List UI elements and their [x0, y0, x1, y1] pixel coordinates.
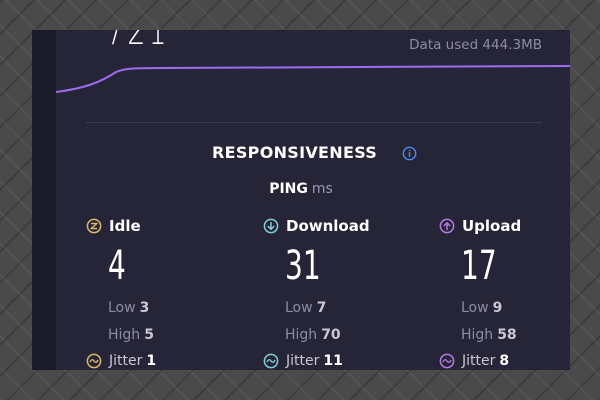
idle-jitter-icon	[86, 353, 102, 369]
upload-low-label: Low	[461, 300, 489, 316]
idle-high-label: High	[108, 327, 141, 343]
download-icon	[263, 218, 279, 234]
download-jitter-label: Jitter	[286, 353, 320, 369]
download-high-value: 70	[321, 327, 341, 343]
speed-graph-line	[56, 65, 570, 93]
upload-low-value: 9	[492, 300, 503, 316]
upload-ping-value: 17	[461, 243, 497, 289]
idle-jitter-label: Jitter	[109, 353, 143, 369]
data-used-label: Data used 444.3MB	[409, 37, 542, 53]
upload-header: Upload	[439, 216, 570, 236]
download-high-label: High	[285, 327, 318, 343]
download-title: Download	[286, 217, 370, 235]
download-jitter-icon	[263, 353, 279, 369]
download-header: Download	[263, 216, 413, 236]
ping-unit: ms	[311, 181, 333, 197]
download-column: Download 31 Low 7 High 70 Jitter 11	[263, 216, 413, 369]
upload-icon	[439, 218, 455, 234]
upload-high-label: High	[461, 327, 494, 343]
panel-left-strip	[32, 30, 56, 370]
speed-value: 721	[106, 30, 170, 54]
idle-column: Idle 4 Low 3 High 5 Jitter 1	[86, 216, 236, 369]
upload-jitter-icon	[439, 353, 455, 369]
upload-title: Upload	[462, 217, 522, 235]
download-low-value: 7	[316, 300, 327, 316]
idle-low: Low 3	[108, 300, 149, 316]
responsiveness-title: RESPONSIVENESS	[212, 143, 378, 162]
idle-jitter-value: 1	[146, 353, 157, 369]
download-high: High 70	[285, 327, 341, 343]
idle-icon	[86, 218, 102, 234]
download-jitter-value: 11	[323, 353, 343, 369]
idle-high-value: 5	[144, 327, 154, 343]
upload-jitter: Jitter 8	[439, 353, 509, 369]
upload-high-value: 58	[497, 327, 517, 343]
download-ping-value: 31	[285, 243, 321, 289]
upload-low: Low 9	[461, 300, 502, 316]
ping-word: PING	[269, 181, 308, 197]
idle-jitter: Jitter 1	[86, 353, 156, 369]
section-divider	[86, 122, 542, 123]
speed-graph	[56, 65, 570, 93]
speedtest-panel: 721 Data used 444.3MB RESPONSIVENESS PIN…	[32, 30, 570, 370]
idle-header: Idle	[86, 216, 236, 236]
idle-high: High 5	[108, 327, 154, 343]
ping-label: PING ms	[32, 181, 570, 197]
upload-column: Upload 17 Low 9 High 58 Jitter 8	[439, 216, 570, 369]
idle-low-label: Low	[108, 300, 136, 316]
upload-high: High 58	[461, 327, 517, 343]
upload-jitter-label: Jitter	[462, 353, 496, 369]
info-icon[interactable]	[402, 146, 417, 161]
idle-ping-value: 4	[108, 243, 126, 289]
download-low-label: Low	[285, 300, 313, 316]
upload-jitter-value: 8	[499, 353, 510, 369]
download-jitter: Jitter 11	[263, 353, 343, 369]
download-low: Low 7	[285, 300, 326, 316]
idle-title: Idle	[109, 217, 141, 235]
idle-low-value: 3	[139, 300, 150, 316]
